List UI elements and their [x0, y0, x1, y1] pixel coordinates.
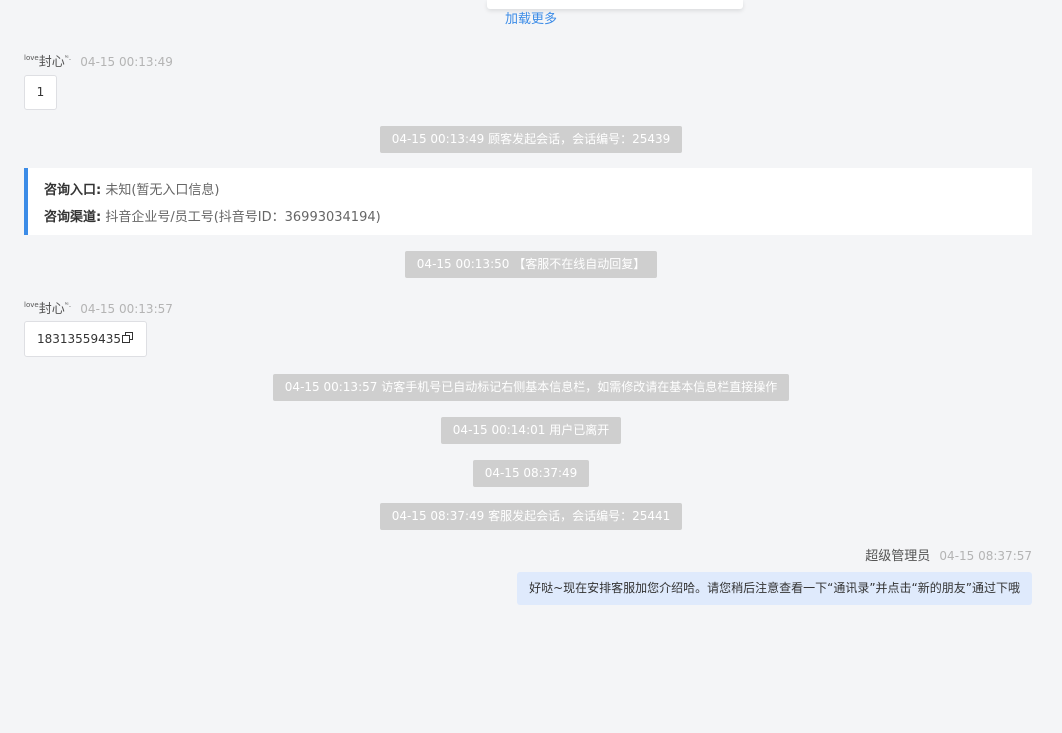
agent-sender: 超级管理员 04-15 08:37:57 — [865, 548, 1032, 565]
top-popup-card — [487, 0, 743, 9]
consult-info-card: 咨询入口: 未知(暂无入口信息) 咨询渠道: 抖音企业号/员工号(抖音号ID：3… — [24, 168, 1032, 235]
system-message: 04-15 00:13:49 顾客发起会话，会话编号：25439 — [379, 126, 683, 153]
message-time: 04-15 00:13:49 — [80, 55, 173, 69]
system-message: 04-15 00:13:50 【客服不在线自动回复】 — [404, 251, 658, 278]
message-sender: love封心ᴵᵉ. 04-15 00:13:57 — [24, 297, 173, 318]
system-message-row: 04-15 08:37:49 客服发起会话，会话编号：25441 — [0, 503, 1062, 530]
consult-entry-value: 未知(暂无入口信息) — [105, 183, 220, 198]
sender-prefix: love — [24, 301, 39, 309]
system-message-row: 04-15 00:13:49 顾客发起会话，会话编号：25439 — [0, 126, 1062, 153]
system-message: 04-15 08:37:49 客服发起会话，会话编号：25441 — [379, 503, 683, 530]
consult-channel-row: 咨询渠道: 抖音企业号/员工号(抖音号ID：36993034194) — [44, 206, 381, 225]
system-message-row: 04-15 00:13:57 访客手机号已自动标记右侧基本信息栏，如需修改请在基… — [0, 374, 1062, 401]
agent-message-text: 好哒~现在安排客服加您介绍哈。请您稍后注意查看一下“通讯录”并点击“新的朋友”通… — [529, 581, 1020, 595]
system-message: 04-15 00:14:01 用户已离开 — [440, 417, 622, 444]
load-more-row: 加载更多 — [0, 11, 1062, 29]
load-more-link[interactable]: 加载更多 — [503, 12, 559, 27]
system-message-row: 04-15 00:14:01 用户已离开 — [0, 417, 1062, 444]
message-text: 1 — [36, 85, 45, 99]
consult-channel-value: 抖音企业号/员工号(抖音号ID：36993034194) — [105, 210, 381, 225]
agent-message-bubble: 好哒~现在安排客服加您介绍哈。请您稍后注意查看一下“通讯录”并点击“新的朋友”通… — [517, 572, 1032, 605]
consult-entry-label: 咨询入口: — [44, 183, 102, 198]
sender-name: 封心 — [38, 55, 65, 70]
system-message-row: 04-15 00:13:50 【客服不在线自动回复】 — [0, 251, 1062, 278]
message-bubble: 18313559435 — [24, 321, 147, 357]
consult-entry-row: 咨询入口: 未知(暂无入口信息) — [44, 179, 220, 198]
chat-window: 加载更多 love封心ᴵᵉ. 04-15 00:13:49 1 04-15 00… — [0, 0, 1062, 733]
message-time: 04-15 00:13:57 — [80, 302, 173, 316]
system-message: 04-15 08:37:49 — [472, 460, 590, 487]
agent-name: 超级管理员 — [865, 549, 931, 564]
agent-message-time: 04-15 08:37:57 — [939, 549, 1032, 563]
phone-number-text: 18313559435 — [37, 332, 121, 346]
sender-suffix: ᴵᵉ. — [64, 301, 72, 309]
message-sender: love封心ᴵᵉ. 04-15 00:13:49 — [24, 50, 173, 71]
copy-icon[interactable] — [121, 332, 134, 344]
sender-suffix: ᴵᵉ. — [64, 54, 72, 62]
sender-name: 封心 — [38, 302, 65, 317]
message-bubble: 1 — [24, 75, 57, 110]
system-message: 04-15 00:13:57 访客手机号已自动标记右侧基本信息栏，如需修改请在基… — [272, 374, 790, 401]
sender-prefix: love — [24, 54, 39, 62]
system-message-row: 04-15 08:37:49 — [0, 460, 1062, 487]
consult-channel-label: 咨询渠道: — [44, 210, 102, 225]
